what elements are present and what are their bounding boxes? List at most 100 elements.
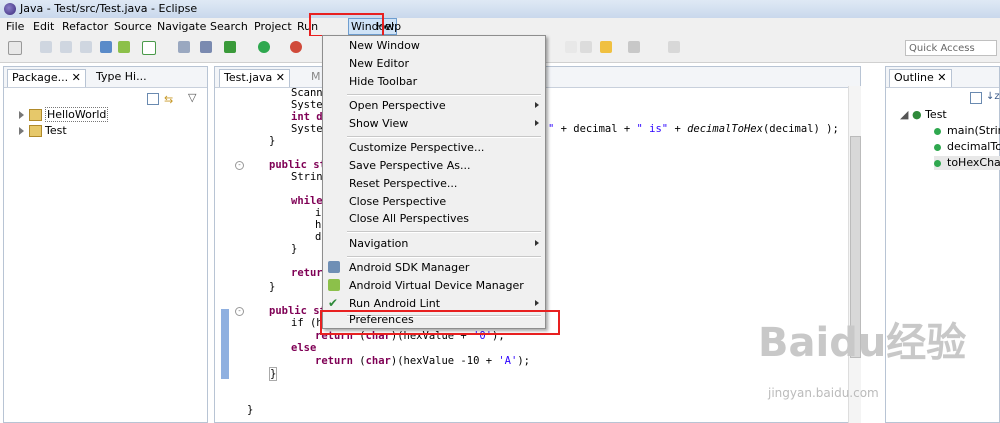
tree-item-helloworld[interactable]: HelloWorld <box>19 107 109 122</box>
code-line: Strin <box>291 171 323 183</box>
menu-separator <box>347 136 541 138</box>
code-line: d <box>315 231 322 243</box>
outline-panel: Outline ✕ ↓z ◢ ● Test main(Strin decimal… <box>885 66 1000 423</box>
editor-scrollbar[interactable] <box>848 86 861 423</box>
code-line: } <box>247 404 254 416</box>
collapse-all-icon[interactable] <box>970 92 982 104</box>
forward-icon[interactable] <box>628 41 640 53</box>
menu-edit[interactable]: Edit <box>33 20 54 33</box>
method-icon <box>934 127 941 135</box>
collapse-all-icon[interactable] <box>147 93 159 105</box>
menu-item-customize-perspective[interactable]: Customize Perspective... <box>323 139 545 156</box>
menu-item-label: Reset Perspective... <box>349 177 458 190</box>
menu-item-label: New Editor <box>349 57 410 70</box>
package-explorer-tabs: Package... ✕ Type Hi... <box>4 67 207 88</box>
package-explorer-panel: Package... ✕ Type Hi... ⇆ ▽ HelloWorld T… <box>3 66 208 423</box>
menu-item-label: New Window <box>349 39 420 52</box>
submenu-arrow-icon <box>535 240 539 246</box>
print-icon[interactable] <box>80 41 92 53</box>
code-line: if (h <box>291 317 323 329</box>
fold-icon[interactable]: - <box>235 307 244 316</box>
code-line: h <box>315 219 322 231</box>
menu-navigate[interactable]: Navigate <box>157 20 206 33</box>
tab-label: M <box>311 70 321 83</box>
download-icon[interactable] <box>100 41 112 53</box>
method-icon <box>934 159 941 167</box>
menu-item-label: Navigation <box>349 237 409 250</box>
method-icon <box>934 143 941 151</box>
project-icon <box>29 109 42 121</box>
menu-source[interactable]: Source <box>114 20 152 33</box>
tool-icon[interactable] <box>200 41 212 53</box>
debug-target-icon[interactable] <box>178 41 190 53</box>
menu-item-new-editor[interactable]: New Editor <box>323 55 545 72</box>
project-icon <box>29 125 42 137</box>
menu-search[interactable]: Search <box>210 20 248 33</box>
menu-item-android-avd-manager[interactable]: Android Virtual Device Manager <box>323 277 545 294</box>
back-icon[interactable] <box>600 41 612 53</box>
menu-project[interactable]: Project <box>254 20 292 33</box>
baidu-watermark: Baidu经验 <box>758 320 967 366</box>
menu-item-open-perspective[interactable]: Open Perspective <box>323 97 545 114</box>
sort-icon[interactable]: ↓z <box>986 91 1000 102</box>
outline-method-decimal[interactable]: decimalTo <box>934 140 1000 154</box>
save-all-icon[interactable] <box>60 41 72 53</box>
external-tools-icon[interactable] <box>290 41 302 53</box>
code-line: Syste <box>291 123 323 135</box>
menu-item-label: Close Perspective <box>349 195 447 208</box>
menu-item-new-window[interactable]: New Window <box>323 37 545 54</box>
menu-item-navigation[interactable]: Navigation <box>323 235 545 252</box>
menu-refactor[interactable]: Refactor <box>62 20 108 33</box>
expand-icon[interactable] <box>19 111 24 119</box>
change-ruler <box>221 309 229 379</box>
baidu-watermark-url: jingyan.baidu.com <box>768 386 879 400</box>
menu-item-label: Android SDK Manager <box>349 261 470 274</box>
menu-item-close-all-perspectives[interactable]: Close All Perspectives <box>323 210 545 227</box>
menu-item-show-view[interactable]: Show View <box>323 115 545 132</box>
pin-icon[interactable] <box>668 41 680 53</box>
menu-item-reset-perspective[interactable]: Reset Perspective... <box>323 175 545 192</box>
expand-icon[interactable] <box>19 127 24 135</box>
code-line: retur <box>291 267 323 279</box>
code-line: else <box>291 342 317 354</box>
tab-type-hierarchy[interactable]: Type Hi... <box>92 69 151 86</box>
prev-edit-icon[interactable] <box>580 41 592 53</box>
fold-icon[interactable]: - <box>235 161 244 170</box>
outline-tabs: Outline ✕ <box>886 67 999 88</box>
android-icon[interactable] <box>118 41 130 53</box>
checkbox-icon[interactable] <box>142 41 156 55</box>
link-editor-icon[interactable]: ⇆ <box>164 93 173 106</box>
title-bar: Java - Test/src/Test.java - Eclipse <box>0 0 1000 19</box>
debug-icon[interactable] <box>224 41 236 53</box>
outline-method-tohex[interactable]: toHexCha <box>934 156 1000 170</box>
save-icon[interactable] <box>40 41 52 53</box>
code-line-tail: " + decimal + " is" + decimalToHex(decim… <box>548 123 839 135</box>
code-line: int d <box>291 111 323 123</box>
menu-file[interactable]: File <box>6 20 24 33</box>
run-icon[interactable] <box>258 41 270 53</box>
menu-item-close-perspective[interactable]: Close Perspective <box>323 193 545 210</box>
tab-package-explorer[interactable]: Package... ✕ <box>7 69 86 87</box>
code-line: } <box>269 367 278 381</box>
menu-item-label: Save Perspective As... <box>349 159 471 172</box>
code-line: } <box>269 135 276 147</box>
quick-access-field[interactable]: Quick Access <box>905 40 997 56</box>
outline-method-main[interactable]: main(Strin <box>934 124 1000 138</box>
tab-test-java[interactable]: Test.java ✕ <box>219 69 290 87</box>
view-menu-icon[interactable]: ▽ <box>188 91 196 104</box>
menu-item-hide-toolbar[interactable]: Hide Toolbar <box>323 73 545 90</box>
window-menu: New Window New Editor Hide Toolbar Open … <box>322 35 546 329</box>
tab-outline[interactable]: Outline ✕ <box>889 69 952 87</box>
new-icon[interactable] <box>8 41 22 55</box>
menu-item-label: Customize Perspective... <box>349 141 485 154</box>
code-line: public st <box>269 305 326 317</box>
tab-label: Outline <box>894 71 934 84</box>
menu-item-android-sdk-manager[interactable]: Android SDK Manager <box>323 259 545 276</box>
menu-item-save-perspective[interactable]: Save Perspective As... <box>323 157 545 174</box>
code-line: Syste <box>291 99 323 111</box>
outline-root-test[interactable]: ◢ ● Test <box>900 108 947 122</box>
tree-item-test[interactable]: Test <box>19 124 67 138</box>
nav-icon[interactable] <box>565 41 577 53</box>
menu-item-label: Android Virtual Device Manager <box>349 279 524 292</box>
code-line: i <box>315 207 322 219</box>
